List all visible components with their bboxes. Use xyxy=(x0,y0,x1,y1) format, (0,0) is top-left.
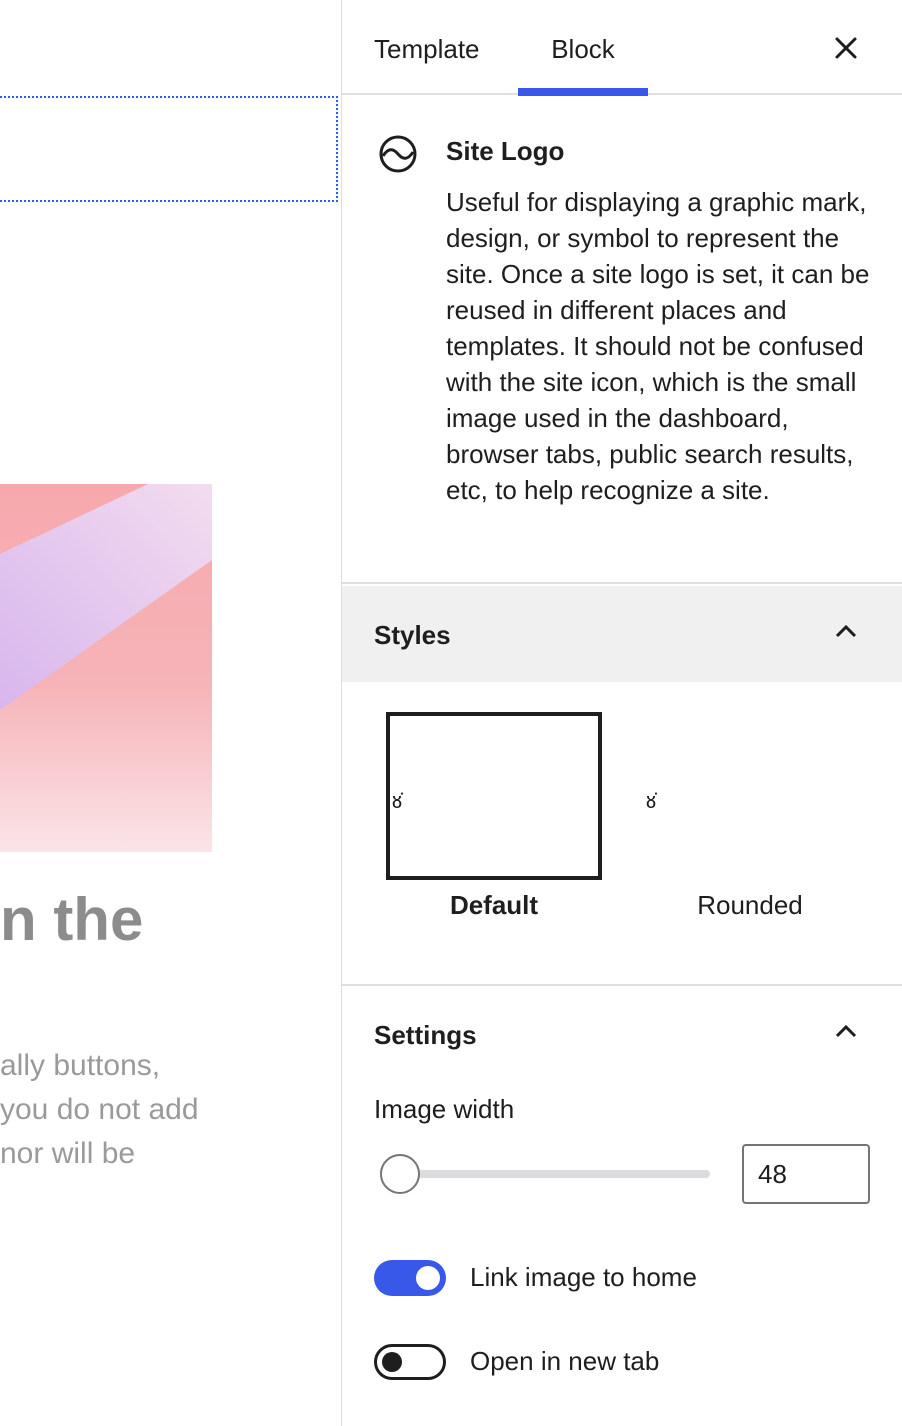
image-width-slider-track[interactable] xyxy=(382,1170,710,1178)
logo-preview-icon: ᴕ̇ xyxy=(646,789,657,814)
styles-panel-title: Styles xyxy=(374,620,451,650)
close-icon[interactable] xyxy=(826,28,866,68)
toggle-knob xyxy=(382,1352,402,1372)
canvas-paragraph-line: nor will be xyxy=(0,1137,136,1170)
panel-divider xyxy=(342,984,902,986)
link-to-home-toggle[interactable] xyxy=(374,1260,446,1296)
tab-block[interactable]: Block xyxy=(518,0,648,95)
canvas-paragraph-line: you do not add xyxy=(0,1093,199,1126)
canvas-heading-fragment: n the xyxy=(0,886,144,953)
block-card: Site Logo Useful for displaying a graphi… xyxy=(342,96,902,584)
style-option-rounded[interactable]: ᴕ̇ xyxy=(642,712,858,880)
site-logo-block-placeholder[interactable] xyxy=(0,96,338,202)
canvas-paragraph-line: ally buttons, xyxy=(0,1049,161,1082)
block-title: Site Logo xyxy=(446,136,565,166)
editor-canvas: n the ally buttons, you do not add nor w… xyxy=(0,0,341,1426)
image-width-slider-thumb[interactable] xyxy=(380,1154,420,1194)
tab-template[interactable]: Template xyxy=(374,0,480,95)
image-width-label: Image width xyxy=(374,1094,515,1124)
chevron-up-icon[interactable] xyxy=(830,1016,862,1048)
cover-image[interactable] xyxy=(0,484,212,852)
site-logo-icon xyxy=(379,135,417,173)
image-width-input[interactable]: 48 xyxy=(742,1144,870,1204)
settings-sidebar: Template Block Site Logo Useful for disp… xyxy=(342,0,902,1426)
sidebar-tabs: Template Block xyxy=(342,0,902,96)
settings-panel-title[interactable]: Settings xyxy=(374,1020,477,1051)
toggle-knob xyxy=(416,1266,440,1290)
logo-preview-icon: ᴕ̇ xyxy=(392,789,403,814)
style-option-label: Default xyxy=(449,890,539,920)
cover-image-art xyxy=(0,484,212,710)
styles-panel-toggle[interactable]: Styles xyxy=(342,586,902,682)
open-new-tab-label: Open in new tab xyxy=(470,1346,660,1376)
chevron-up-icon xyxy=(835,624,857,638)
block-description: Useful for displaying a graphic mark, de… xyxy=(446,187,870,505)
active-tab-indicator xyxy=(518,88,648,96)
style-option-default[interactable]: ᴕ̇ xyxy=(386,712,602,880)
open-new-tab-toggle[interactable] xyxy=(374,1344,446,1380)
link-to-home-label: Link image to home xyxy=(470,1262,697,1292)
style-option-label: Rounded xyxy=(697,890,803,920)
